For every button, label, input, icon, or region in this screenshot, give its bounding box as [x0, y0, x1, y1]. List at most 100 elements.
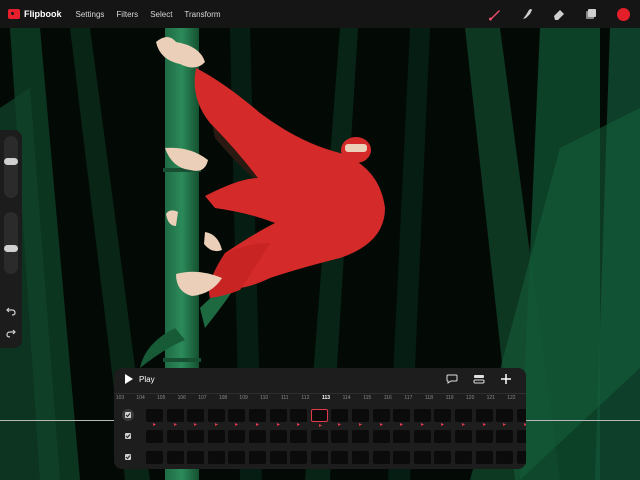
app-brand[interactable]: Flipbook — [8, 9, 62, 19]
menu-transform[interactable]: Transform — [184, 10, 220, 19]
frame-cell[interactable] — [207, 451, 225, 464]
layers-toggle-button[interactable] — [472, 372, 486, 386]
frame-cell[interactable] — [290, 430, 308, 443]
frame-cell[interactable] — [207, 409, 225, 426]
comment-button[interactable] — [445, 372, 459, 386]
frame-cell[interactable] — [496, 409, 514, 426]
frame-number[interactable]: 107 — [192, 395, 212, 401]
frame-ruler[interactable]: 103 104 105 106 107 108 109 110 111 112 113 114 115 1… — [114, 393, 526, 404]
frame-cell[interactable] — [455, 409, 472, 426]
frame-number[interactable]: 109 — [234, 395, 254, 401]
frame-cell[interactable] — [331, 430, 349, 443]
frame-cell[interactable] — [516, 451, 526, 464]
frame-cell[interactable] — [372, 409, 390, 426]
frame-cell[interactable] — [228, 451, 246, 464]
frame-cell[interactable] — [269, 430, 287, 443]
frame-cell[interactable] — [166, 430, 184, 443]
frame-cell[interactable] — [146, 409, 163, 426]
frame-cell[interactable] — [310, 409, 328, 427]
menu-select[interactable]: Select — [150, 10, 172, 19]
frame-number[interactable]: 119 — [440, 395, 460, 401]
frame-number[interactable]: 115 — [357, 395, 377, 401]
frame-cell[interactable] — [413, 451, 431, 464]
frame-cell[interactable] — [146, 451, 163, 464]
frame-cell[interactable] — [331, 409, 349, 426]
opacity-slider[interactable] — [4, 212, 18, 274]
menu-settings[interactable]: Settings — [76, 10, 105, 19]
frame-cell[interactable] — [393, 451, 411, 464]
frame-cell[interactable] — [249, 430, 266, 443]
frame-cell[interactable] — [290, 451, 308, 464]
frame-number[interactable]: 112 — [295, 395, 315, 401]
layer-visibility-checkbox[interactable] — [122, 451, 134, 463]
frame-cell[interactable] — [496, 451, 514, 464]
menu-filters[interactable]: Filters — [116, 10, 138, 19]
frame-number[interactable]: 117 — [398, 395, 418, 401]
frame-cell[interactable] — [455, 430, 472, 443]
frame-cell[interactable] — [434, 430, 452, 443]
frame-number[interactable]: 113 — [316, 395, 336, 401]
frame-number[interactable]: 103 — [114, 395, 130, 401]
frame-cell[interactable] — [249, 451, 266, 464]
frame-cell[interactable] — [516, 409, 526, 426]
frame-number[interactable]: 111 — [275, 395, 295, 401]
frame-cell[interactable] — [166, 451, 184, 464]
frame-cell[interactable] — [413, 409, 431, 426]
frame-cell[interactable] — [455, 451, 472, 464]
layer-visibility-checkbox[interactable] — [122, 430, 134, 442]
undo-button[interactable] — [4, 304, 18, 318]
frame-cell[interactable] — [187, 430, 205, 443]
frame-cell[interactable] — [475, 430, 493, 443]
brush-size-slider[interactable] — [4, 136, 18, 198]
frame-cell[interactable] — [310, 451, 328, 464]
frame-cell[interactable] — [228, 409, 246, 426]
frame-number[interactable]: 106 — [172, 395, 192, 401]
frame-number[interactable]: 116 — [378, 395, 398, 401]
frame-number[interactable]: 123 — [522, 395, 526, 401]
frame-cell[interactable] — [516, 430, 526, 443]
frame-number[interactable]: 104 — [131, 395, 151, 401]
layers-tool-button[interactable] — [582, 5, 600, 23]
play-button[interactable]: Play — [124, 373, 155, 385]
frame-number[interactable]: 108 — [213, 395, 233, 401]
frame-cell[interactable] — [249, 409, 266, 426]
frame-cell[interactable] — [372, 451, 390, 464]
frame-number[interactable]: 114 — [337, 395, 357, 401]
add-frame-button[interactable] — [499, 372, 513, 386]
frame-cell[interactable] — [413, 430, 431, 443]
brush-size-thumb[interactable] — [4, 158, 18, 165]
redo-button[interactable] — [4, 326, 18, 340]
frame-number[interactable]: 122 — [501, 395, 521, 401]
frame-cell[interactable] — [393, 409, 411, 426]
frame-cell[interactable] — [475, 409, 493, 426]
frame-cell[interactable] — [290, 409, 308, 426]
frame-cell[interactable] — [372, 430, 390, 443]
eraser-tool-button[interactable] — [550, 5, 568, 23]
smudge-tool-button[interactable] — [518, 5, 536, 23]
frame-number[interactable]: 110 — [254, 395, 274, 401]
frame-cell[interactable] — [434, 451, 452, 464]
frame-number[interactable]: 120 — [460, 395, 480, 401]
frame-number[interactable]: 105 — [151, 395, 171, 401]
frame-cell[interactable] — [207, 430, 225, 443]
brush-tool-button[interactable] — [486, 5, 504, 23]
frame-cell[interactable] — [352, 430, 369, 443]
opacity-thumb[interactable] — [4, 245, 18, 252]
frame-cell[interactable] — [310, 430, 328, 443]
frame-number[interactable]: 118 — [419, 395, 439, 401]
frame-cell[interactable] — [331, 451, 349, 464]
frame-cell[interactable] — [352, 409, 369, 426]
frame-cell[interactable] — [146, 430, 163, 443]
frame-cell[interactable] — [496, 430, 514, 443]
frame-cell[interactable] — [269, 409, 287, 426]
layer-visibility-checkbox[interactable] — [122, 409, 134, 421]
frame-number[interactable]: 121 — [481, 395, 501, 401]
frame-cell[interactable] — [228, 430, 246, 443]
frame-cell[interactable] — [475, 451, 493, 464]
frame-cell[interactable] — [393, 430, 411, 443]
frame-cell[interactable] — [166, 409, 184, 426]
frame-cell[interactable] — [269, 451, 287, 464]
frame-cell[interactable] — [187, 451, 205, 464]
frame-cell[interactable] — [434, 409, 452, 426]
frame-cell[interactable] — [187, 409, 205, 426]
